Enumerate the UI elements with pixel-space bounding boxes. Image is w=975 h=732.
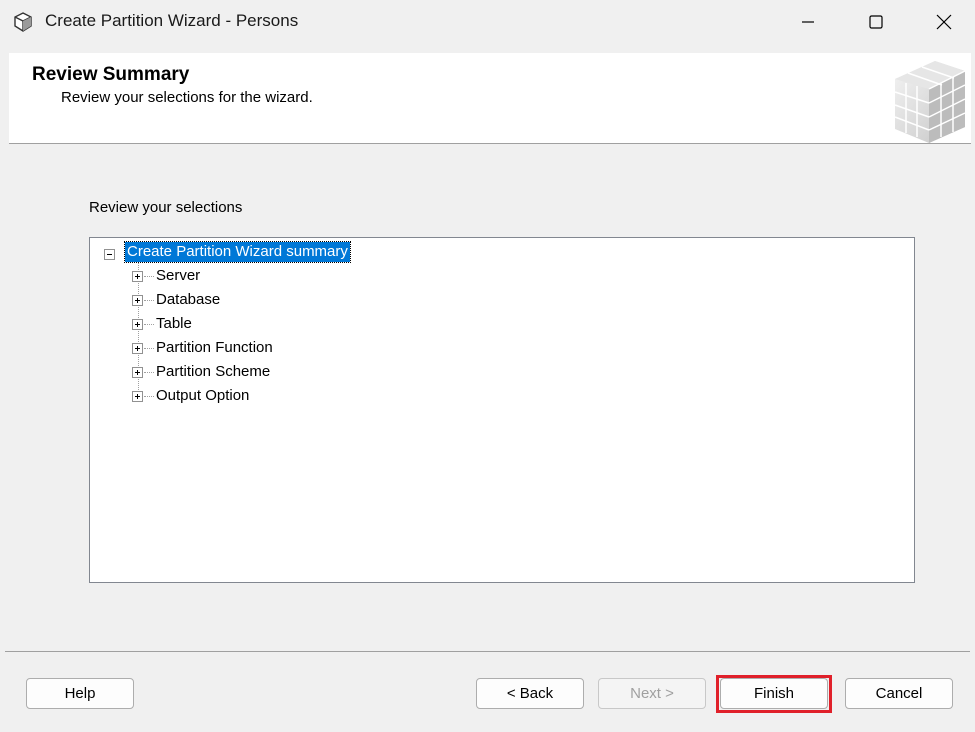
wizard-header: Review Summary Review your selections fo…	[9, 53, 971, 144]
tree-connector	[144, 276, 154, 277]
page-title: Review Summary	[32, 64, 190, 85]
expand-icon[interactable]	[132, 391, 143, 402]
close-button[interactable]	[910, 0, 975, 44]
expand-icon[interactable]	[132, 343, 143, 354]
collapse-icon[interactable]	[104, 249, 115, 260]
back-button[interactable]: < Back	[476, 678, 584, 709]
tree-connector	[144, 372, 154, 373]
tree-connector	[144, 348, 154, 349]
cube-grid-icon	[894, 61, 966, 143]
tree-item-label: Database	[156, 291, 221, 308]
close-icon	[936, 14, 952, 30]
maximize-button[interactable]	[842, 0, 910, 44]
cube-icon	[14, 12, 32, 32]
tree-connector	[144, 324, 154, 325]
tree-item-label: Output Option	[156, 387, 250, 404]
tree-root-node[interactable]: Create Partition Wizard summary	[124, 241, 351, 263]
footer-divider	[5, 651, 970, 652]
expand-icon[interactable]	[132, 271, 143, 282]
tree-item-label: Server	[156, 267, 201, 284]
window-title: Create Partition Wizard - Persons	[45, 11, 299, 30]
tree-item-label: Partition Function	[156, 339, 273, 356]
maximize-icon	[869, 15, 883, 29]
expand-icon[interactable]	[132, 367, 143, 378]
summary-tree[interactable]: Create Partition Wizard summary Server D…	[89, 237, 915, 583]
help-button[interactable]: Help	[26, 678, 134, 709]
tree-connector	[144, 300, 154, 301]
minimize-button[interactable]	[774, 0, 842, 44]
expand-icon[interactable]	[132, 319, 143, 330]
tree-item-label: Partition Scheme	[156, 363, 271, 380]
minimize-icon	[802, 21, 814, 23]
tree-connector	[144, 396, 154, 397]
title-bar[interactable]: Create Partition Wizard - Persons	[0, 0, 975, 44]
next-button: Next >	[598, 678, 706, 709]
finish-highlight	[716, 675, 832, 713]
expand-icon[interactable]	[132, 295, 143, 306]
tree-item-label: Table	[156, 315, 192, 332]
page-subtitle: Review your selections for the wizard.	[61, 89, 313, 106]
cancel-button[interactable]: Cancel	[845, 678, 953, 709]
review-selections-label: Review your selections	[89, 199, 243, 216]
